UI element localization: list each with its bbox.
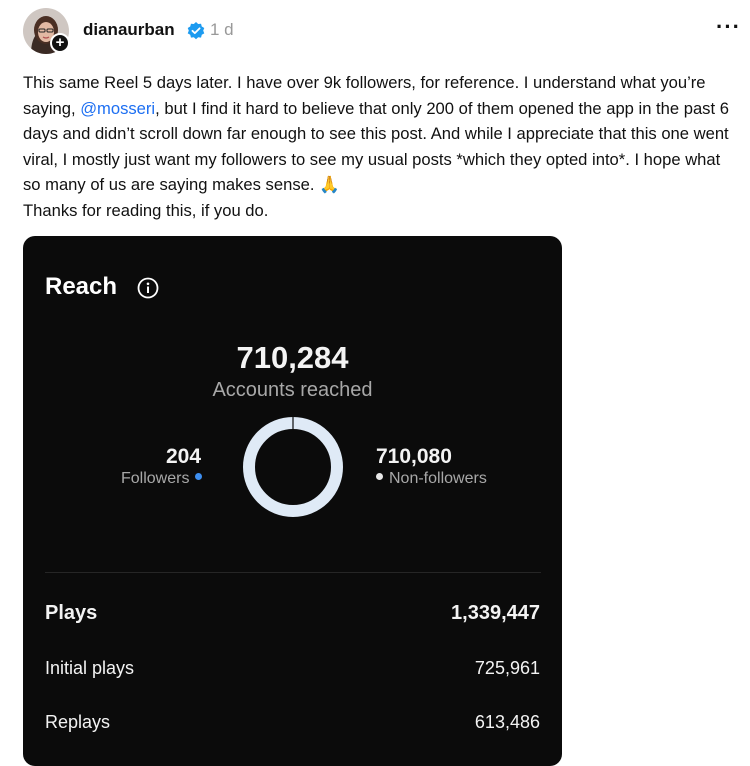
followers-count: 204 <box>166 445 202 468</box>
post-time: 1 d <box>210 20 234 39</box>
reach-insights-image[interactable]: Reach 710,284 Accounts reached 204 Follo… <box>23 236 562 766</box>
initial-plays-label: Initial plays <box>45 658 135 678</box>
accounts-reached-label: Accounts reached <box>212 379 373 401</box>
accounts-reached-value: 710,284 <box>236 340 349 375</box>
non-followers-count: 710,080 <box>376 445 452 468</box>
reach-donut-chart <box>243 417 343 517</box>
plus-icon[interactable]: + <box>50 33 70 53</box>
replays-value: 613,486 <box>474 712 540 732</box>
verified-badge-icon <box>187 22 205 40</box>
initial-plays-value: 725,961 <box>474 658 540 678</box>
info-icon <box>137 277 159 299</box>
followers-dot <box>195 473 203 481</box>
non-followers-label-text: Non-followers <box>389 470 487 487</box>
divider <box>45 572 541 573</box>
mention-link[interactable]: @mosseri <box>80 99 155 118</box>
non-followers-dot <box>376 473 383 481</box>
more-options-icon[interactable]: ··· <box>716 14 741 40</box>
post-text-last-line: Thanks for reading this, if you do. <box>23 200 269 220</box>
followers-label-text: Followers <box>121 470 190 487</box>
replays-label: Replays <box>45 712 111 732</box>
post-text: This same Reel 5 days later. I have over… <box>23 70 741 223</box>
plays-label: Plays <box>45 602 98 624</box>
followers-label: Followers <box>121 470 203 488</box>
username[interactable]: dianaurban <box>83 20 175 40</box>
reach-title: Reach <box>45 273 118 300</box>
non-followers-label: Non-followers <box>376 470 487 488</box>
plays-value: 1,339,447 <box>451 602 540 624</box>
